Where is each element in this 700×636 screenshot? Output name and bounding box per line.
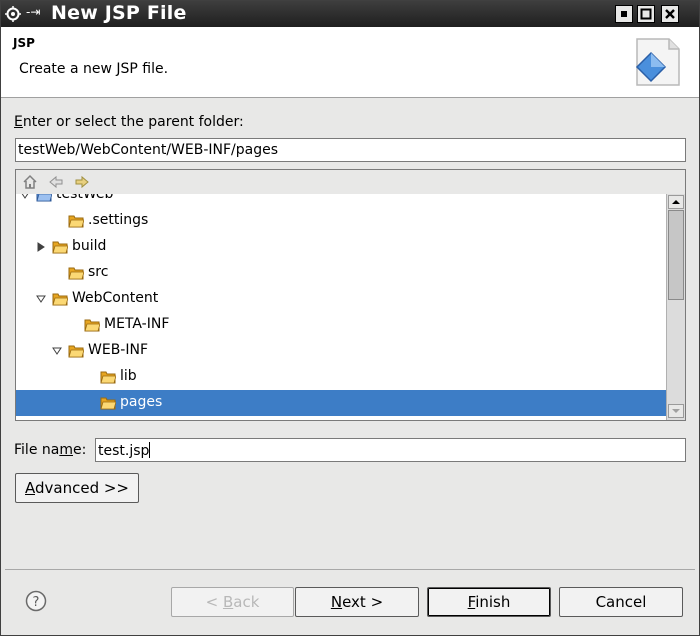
scrollbar-thumb[interactable] [668,210,684,300]
wizard-page-title: JSP [13,36,35,50]
finish-button[interactable]: Finish [427,587,551,617]
expanded-twisty-icon[interactable] [36,294,46,304]
tree-item[interactable]: .settings [16,208,666,234]
tree-item-label: lib [120,368,137,384]
scroll-down-button[interactable] [668,404,684,418]
tree-item-label: pages [120,394,163,410]
back-icon[interactable] [48,174,64,190]
minimize-icon [621,11,627,17]
tree-item[interactable]: src [16,260,666,286]
help-icon[interactable]: ? [25,590,47,612]
home-icon[interactable] [22,174,38,190]
tree-item-label: src [88,264,109,280]
file-name-label: File name: [14,442,87,458]
maximize-button[interactable] [637,5,655,23]
tree-item[interactable]: lib [16,364,666,390]
tree-item[interactable]: META-INF [16,312,666,338]
tree-item[interactable]: WebContent [16,286,666,312]
wizard-header: JSP Create a new JSP file. [1,27,699,98]
cancel-button[interactable]: Cancel [559,587,683,617]
folder-icon [100,371,116,384]
scroll-up-button[interactable] [668,195,684,209]
tree-item[interactable]: WEB-INF [16,338,666,364]
maximize-icon [640,8,652,20]
expanded-twisty-icon[interactable] [20,194,30,200]
folder-icon [84,319,100,332]
minimize-button[interactable] [615,5,633,23]
parent-folder-input[interactable]: testWeb/WebContent/WEB-INF/pages [15,138,686,162]
project-icon [36,194,52,202]
button-bar-separator [5,569,695,570]
file-name-value: test.jsp [98,443,150,459]
tree-item-label: META-INF [104,316,170,332]
tree-toolbar [16,170,685,194]
text-cursor [149,442,151,458]
tree-item[interactable]: testWeb [16,194,666,208]
folder-icon [52,241,68,254]
folder-icon [68,267,84,280]
wizard-page-description: Create a new JSP file. [19,61,169,77]
open-folder-icon [68,345,84,358]
tree-item-label: testWeb [56,194,114,202]
tree-item[interactable]: pages [16,390,666,416]
folder-icon [68,215,84,228]
window-title: New JSP File [51,2,187,24]
tree-item[interactable]: build [16,234,666,260]
back-button[interactable]: < Back [171,587,294,617]
new-jsp-file-dialog: -⇥ New JSP File JSP Create a new JSP fil… [0,0,700,636]
next-button[interactable]: Next > [295,587,419,617]
open-folder-icon [100,397,116,410]
close-button[interactable] [661,5,679,23]
advanced-button[interactable]: Advanced >> [15,473,139,503]
close-icon [665,9,675,19]
scroll-down-icon [672,409,680,413]
tree-item-label: .settings [88,212,149,228]
parent-folder-value: testWeb/WebContent/WEB-INF/pages [18,142,279,158]
tree-item-label: WEB-INF [88,342,148,358]
file-name-input[interactable]: test.jsp [95,438,686,462]
parent-folder-label: Enter or select the parent folder: [14,114,244,130]
collapsed-twisty-icon[interactable] [36,242,46,252]
forward-icon[interactable] [74,174,90,190]
title-bar[interactable]: -⇥ New JSP File [1,1,699,27]
expanded-twisty-icon[interactable] [52,346,62,356]
svg-text:?: ? [33,595,40,610]
tree-item-label: WebContent [72,290,159,306]
tree-scrollbar[interactable] [666,194,685,420]
folder-tree[interactable]: testWeb .settings build src WebContent META-I… [15,169,686,421]
tree-list: testWeb .settings build src WebContent META-I… [16,194,666,420]
tree-item-label: build [72,238,107,254]
eclipse-app-icon[interactable] [5,6,21,22]
scroll-up-icon [672,200,680,204]
pin-icon[interactable]: -⇥ [26,5,40,19]
open-folder-icon [52,293,68,306]
jsp-wizard-banner-icon [635,38,680,86]
